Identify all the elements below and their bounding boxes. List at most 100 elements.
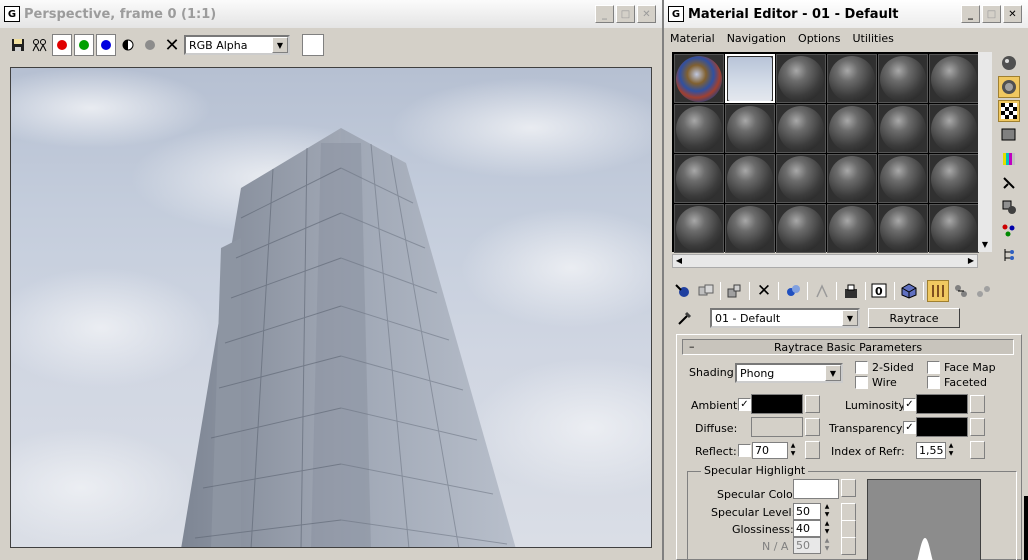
slots-horizontal-scrollbar[interactable]: ◀ ▶: [672, 254, 978, 268]
ior-map-button[interactable]: [970, 441, 985, 459]
transparency-checkbox[interactable]: ✓: [903, 421, 916, 434]
render-viewport[interactable]: [10, 67, 652, 548]
sample-type-icon[interactable]: [998, 52, 1020, 74]
index-of-refraction-field[interactable]: 1,55: [916, 442, 946, 459]
two-sided-checkbox[interactable]: [855, 361, 868, 374]
material-slot[interactable]: [827, 154, 877, 203]
video-color-check-icon[interactable]: [998, 148, 1020, 170]
spinner-arrows-icon[interactable]: ▲ ▼: [788, 442, 798, 459]
material-slot[interactable]: [827, 54, 877, 103]
get-material-icon[interactable]: [672, 280, 694, 302]
pick-material-eyedropper-icon[interactable]: [672, 307, 698, 329]
red-channel-icon[interactable]: [52, 34, 72, 56]
clone-window-icon[interactable]: [30, 34, 50, 56]
material-name-field[interactable]: 01 - Default ▼: [710, 308, 860, 328]
material-slot[interactable]: [929, 54, 979, 103]
menu-material[interactable]: Material: [664, 32, 721, 45]
mono-channel-icon[interactable]: [118, 34, 138, 56]
luminosity-checkbox[interactable]: ✓: [903, 398, 916, 411]
material-slot[interactable]: [827, 204, 877, 253]
alpha-channel-icon[interactable]: [140, 34, 160, 56]
go-to-parent-icon[interactable]: [950, 280, 972, 302]
material-slot[interactable]: [929, 154, 979, 203]
spinner-arrows-icon[interactable]: ▲ ▼: [822, 520, 832, 537]
material-slot[interactable]: [878, 104, 928, 153]
scroll-down-icon[interactable]: ▼: [978, 238, 992, 252]
rollout-header[interactable]: – Raytrace Basic Parameters: [682, 339, 1014, 355]
material-slot[interactable]: [674, 204, 724, 253]
material-slot[interactable]: [725, 154, 775, 203]
material-map-navigator-icon[interactable]: [998, 244, 1020, 266]
green-channel-icon[interactable]: [74, 34, 94, 56]
make-material-copy-icon[interactable]: [782, 280, 804, 302]
menu-options[interactable]: Options: [792, 32, 846, 45]
sample-uv-tiling-icon[interactable]: [998, 124, 1020, 146]
background-checker-icon[interactable]: [998, 100, 1020, 122]
options-icon[interactable]: [998, 196, 1020, 218]
material-id-channel-icon[interactable]: 0: [869, 280, 891, 302]
slots-vertical-scrollbar[interactable]: ▼: [978, 52, 992, 252]
material-slot[interactable]: [674, 104, 724, 153]
face-map-checkbox[interactable]: [927, 361, 940, 374]
make-preview-icon[interactable]: [998, 172, 1020, 194]
reflect-spinner-field[interactable]: 70: [752, 442, 788, 459]
material-editor-titlebar[interactable]: G Material Editor - 01 - Default _ □ ✕: [664, 0, 1028, 28]
material-slot[interactable]: [776, 54, 826, 103]
ambient-checkbox[interactable]: ✓: [738, 398, 751, 411]
material-slot[interactable]: [776, 104, 826, 153]
material-slot[interactable]: [929, 204, 979, 253]
minimize-button[interactable]: _: [595, 5, 614, 23]
show-end-result-icon[interactable]: [927, 280, 949, 302]
material-slot[interactable]: [725, 104, 775, 153]
save-icon[interactable]: [8, 34, 28, 56]
material-slot[interactable]: [725, 54, 775, 103]
channel-select[interactable]: RGB Alpha ▼: [184, 35, 290, 55]
scroll-right-icon[interactable]: ▶: [965, 255, 977, 267]
ambient-color-swatch[interactable]: [751, 394, 803, 414]
diffuse-map-button[interactable]: [805, 418, 820, 436]
transparency-color-swatch[interactable]: [916, 417, 968, 437]
spinner-arrows-icon[interactable]: ▲ ▼: [946, 442, 956, 459]
transparency-map-button[interactable]: [970, 418, 985, 436]
material-slot[interactable]: [878, 54, 928, 103]
material-slot[interactable]: [674, 154, 724, 203]
frame-window-titlebar[interactable]: G Perspective, frame 0 (1:1) _ □ ✕: [0, 0, 662, 28]
luminosity-map-button[interactable]: [970, 395, 985, 413]
select-by-material-icon[interactable]: [998, 220, 1020, 242]
assign-material-icon[interactable]: [724, 280, 746, 302]
material-slot[interactable]: [674, 54, 724, 103]
make-unique-icon[interactable]: [811, 280, 833, 302]
diffuse-color-swatch[interactable]: [751, 417, 803, 437]
shading-select[interactable]: Phong ▼: [735, 363, 843, 383]
close-button[interactable]: ✕: [1003, 5, 1022, 23]
material-slot[interactable]: [776, 204, 826, 253]
menu-utilities[interactable]: Utilities: [846, 32, 899, 45]
wire-checkbox[interactable]: [855, 376, 868, 389]
panel-scrollbar[interactable]: [1024, 496, 1028, 560]
reflect-checkbox[interactable]: [738, 444, 751, 457]
material-slot[interactable]: [878, 154, 928, 203]
reflect-map-button[interactable]: [805, 441, 820, 459]
show-map-in-viewport-icon[interactable]: [898, 280, 920, 302]
luminosity-color-swatch[interactable]: [916, 394, 968, 414]
material-type-button[interactable]: Raytrace: [868, 308, 960, 328]
close-button[interactable]: ✕: [637, 5, 656, 23]
backlight-icon[interactable]: [998, 76, 1020, 98]
glossiness-field[interactable]: 40: [793, 520, 821, 537]
specular-color-swatch[interactable]: [793, 479, 839, 499]
material-slot[interactable]: [725, 204, 775, 253]
minimize-button[interactable]: _: [961, 5, 980, 23]
put-material-to-scene-icon[interactable]: [695, 280, 717, 302]
glossiness-map-button[interactable]: [841, 520, 856, 538]
maximize-button[interactable]: □: [982, 5, 1001, 23]
material-slot[interactable]: [929, 104, 979, 153]
maximize-button[interactable]: □: [616, 5, 635, 23]
clear-icon[interactable]: ✕: [162, 34, 182, 56]
specular-level-field[interactable]: 50: [793, 503, 821, 520]
go-forward-to-sibling-icon[interactable]: [973, 280, 995, 302]
na-map-button[interactable]: [841, 537, 856, 555]
blue-channel-icon[interactable]: [96, 34, 116, 56]
put-to-library-icon[interactable]: [840, 280, 862, 302]
ambient-map-button[interactable]: [805, 395, 820, 413]
reset-map-icon[interactable]: ✕: [753, 280, 775, 302]
